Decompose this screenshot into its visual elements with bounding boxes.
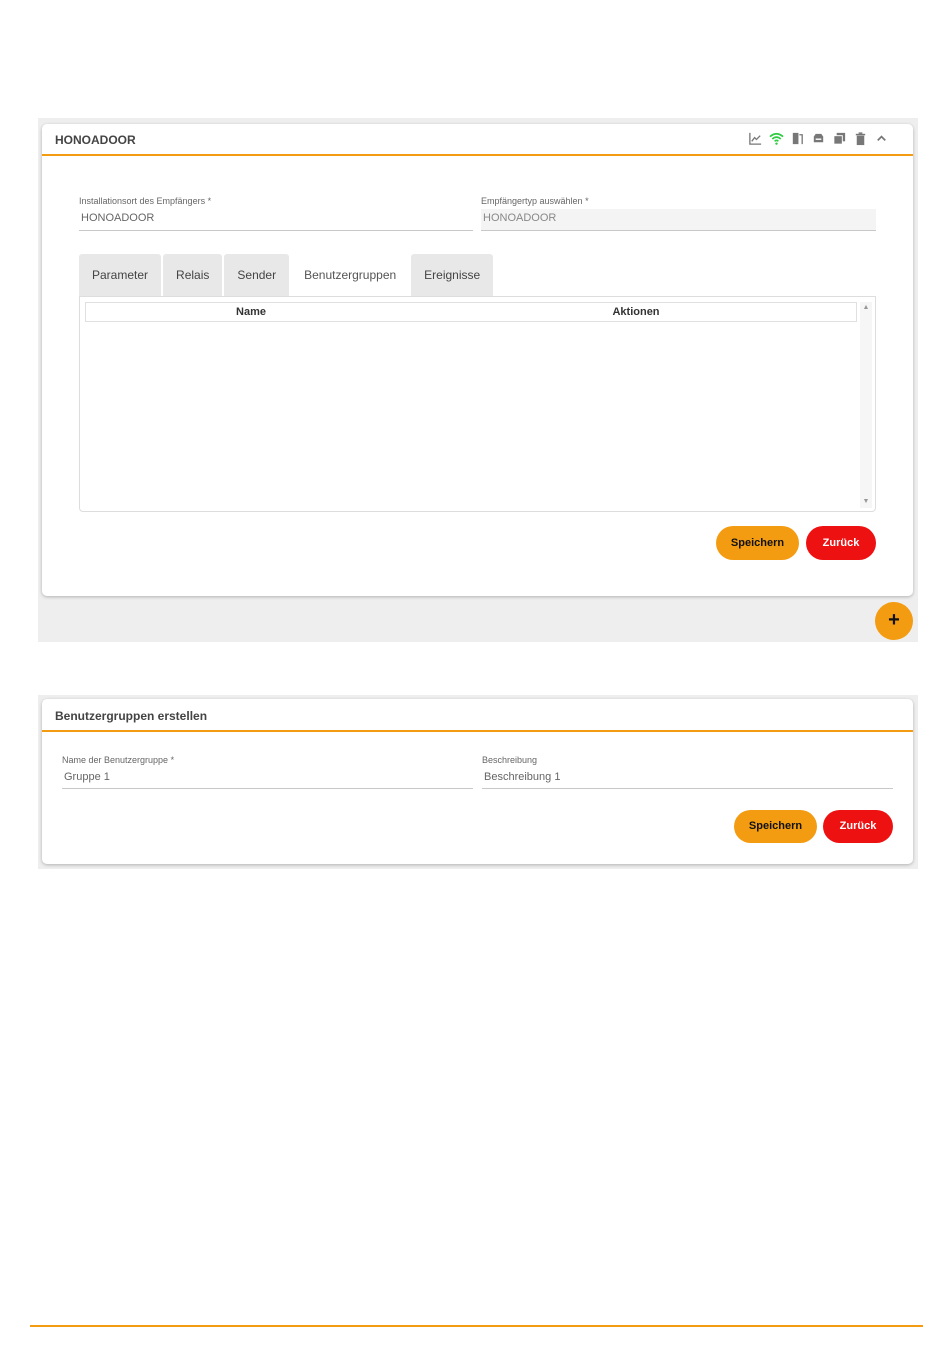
description-label: Beschreibung	[482, 755, 538, 765]
column-header-name[interactable]: Name	[86, 303, 416, 321]
scroll-down-arrow-icon[interactable]: ▼	[860, 496, 872, 508]
receiver-type-label: Empfängertyp auswählen *	[481, 196, 589, 206]
tab-bar: Parameter Relais Sender Benutzergruppen …	[79, 254, 494, 296]
create-group-screenshot: Benutzergruppen erstellen Name der Benut…	[38, 695, 918, 869]
save-button[interactable]: Speichern	[716, 526, 799, 560]
copy-icon[interactable]	[832, 131, 847, 146]
device-icon[interactable]	[811, 131, 826, 146]
tab-ereignisse[interactable]: Ereignisse	[411, 254, 494, 296]
column-header-actions[interactable]: Aktionen	[416, 303, 856, 321]
back-button[interactable]: Zurück	[823, 810, 893, 843]
tab-parameter[interactable]: Parameter	[79, 254, 162, 296]
wifi-icon[interactable]	[769, 131, 784, 146]
create-group-title: Benutzergruppen erstellen	[55, 709, 208, 723]
receiver-card-title: HONOADOOR	[55, 133, 136, 147]
chart-icon[interactable]	[748, 131, 763, 146]
group-name-input[interactable]: Gruppe 1	[62, 768, 473, 789]
user-groups-table: Name Aktionen ▲ ▼	[79, 296, 876, 512]
trash-icon[interactable]	[853, 131, 868, 146]
chevron-up-icon[interactable]	[874, 131, 889, 146]
save-button[interactable]: Speichern	[734, 810, 817, 843]
footer-divider	[30, 1325, 923, 1327]
table-scrollbar[interactable]: ▲ ▼	[860, 302, 872, 508]
create-group-header: Benutzergruppen erstellen	[42, 699, 913, 732]
header-icon-bar	[748, 131, 889, 146]
scroll-up-arrow-icon[interactable]: ▲	[860, 302, 872, 314]
install-location-input[interactable]: HONOADOOR	[79, 209, 473, 231]
create-group-card: Benutzergruppen erstellen Name der Benut…	[42, 699, 913, 864]
receiver-type-select[interactable]: HONOADOOR	[481, 209, 876, 231]
receiver-card-header: HONOADOOR	[42, 124, 913, 156]
group-name-label: Name der Benutzergruppe *	[62, 755, 175, 765]
add-fab-button[interactable]: +	[875, 602, 913, 640]
table-header-row: Name Aktionen	[85, 302, 857, 322]
description-input[interactable]: Beschreibung 1	[482, 768, 893, 789]
tab-relais[interactable]: Relais	[163, 254, 223, 296]
back-button[interactable]: Zurück	[806, 526, 876, 560]
door-icon[interactable]	[790, 131, 805, 146]
tab-benutzergruppen[interactable]: Benutzergruppen	[291, 254, 410, 296]
install-location-label: Installationsort des Empfängers *	[79, 196, 212, 206]
receiver-card: HONOADOOR Installationsort des Empfänger…	[42, 124, 913, 596]
tab-sender[interactable]: Sender	[224, 254, 290, 296]
receiver-screenshot: HONOADOOR Installationsort des Empfänger…	[38, 118, 918, 642]
